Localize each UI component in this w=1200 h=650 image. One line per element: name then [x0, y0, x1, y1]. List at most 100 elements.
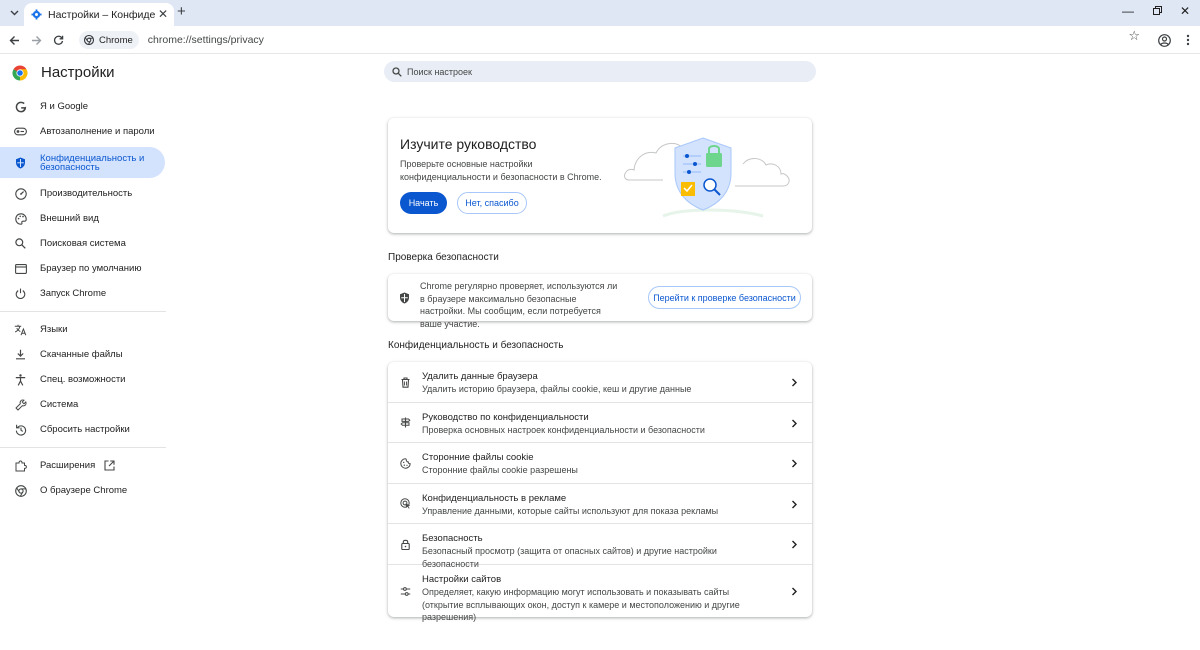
row-subtitle: Проверка основных настроек конфиденциаль… — [422, 425, 705, 435]
more-vert-icon — [1186, 34, 1190, 46]
ad-privacy-icon — [400, 498, 411, 509]
key-icon — [14, 125, 27, 138]
chevron-right-icon — [792, 378, 797, 387]
sidebar-item-performance[interactable]: Производительность — [0, 181, 170, 206]
browser-window-icon — [14, 262, 27, 275]
restore-icon — [1152, 6, 1162, 15]
sidebar-item-you-and-google[interactable]: Я и Google — [0, 94, 170, 119]
guide-title: Изучите руководство — [400, 136, 537, 152]
title-bar: Настройки – Конфиденциальность и безопас… — [0, 0, 1200, 26]
sidebar-item-autofill[interactable]: Автозаполнение и пароли — [0, 119, 170, 144]
row-title: Безопасность — [422, 533, 483, 544]
go-to-safety-check-button[interactable]: Перейти к проверке безопасности — [648, 286, 801, 309]
sidebar-item-label: Языки — [40, 324, 68, 335]
sidebar-item-on-startup[interactable]: Запуск Chrome — [0, 281, 170, 306]
site-info-chip[interactable]: Chrome — [79, 31, 139, 49]
account-icon — [1157, 33, 1171, 47]
safety-check-text: Chrome регулярно проверяет, используются… — [420, 281, 618, 329]
settings-header: Настройки — [12, 64, 115, 81]
sidebar-item-label: Конфиденциальность и безопасность — [40, 152, 145, 173]
row-privacy-guide[interactable]: Руководство по конфиденциальности Провер… — [388, 403, 812, 443]
browser-toolbar: Chrome chrome://settings/privacy ☆ — [0, 26, 1200, 54]
browser-tab-settings[interactable]: Настройки – Конфиденциальность и безопас… — [24, 3, 174, 26]
menu-button[interactable] — [1180, 32, 1196, 48]
sidebar-item-label: Запуск Chrome — [40, 288, 107, 299]
window-close-button[interactable]: ✕ — [1176, 4, 1194, 18]
row-clear-browsing-data[interactable]: Удалить данные браузера Удалить историю … — [388, 362, 812, 403]
sidebar-item-extensions[interactable]: Расширения — [0, 453, 170, 478]
row-title: Удалить данные браузера — [422, 371, 538, 382]
sidebar-item-label: Поисковая система — [40, 238, 126, 249]
sidebar-item-label: Спец. возможности — [40, 374, 126, 385]
google-g-icon — [14, 100, 27, 113]
back-button[interactable] — [5, 31, 23, 49]
sidebar-item-languages[interactable]: Языки — [0, 317, 170, 342]
privacy-settings-list: Удалить данные браузера Удалить историю … — [388, 362, 812, 622]
sidebar-item-label: Производительность — [40, 188, 133, 199]
maximize-button[interactable] — [1148, 4, 1166, 18]
chevron-right-icon — [792, 419, 797, 428]
row-ad-privacy[interactable]: Конфиденциальность в рекламе Управление … — [388, 484, 812, 524]
row-security[interactable]: Безопасность Безопасный просмотр (защита… — [388, 524, 812, 569]
address-bar[interactable]: Chrome chrome://settings/privacy — [76, 29, 1148, 51]
start-guide-button[interactable]: Начать — [400, 192, 447, 214]
shield-icon — [400, 292, 409, 304]
external-link-icon — [104, 460, 115, 471]
wrench-icon — [14, 398, 27, 411]
close-tab-icon[interactable]: ✕ — [158, 8, 168, 20]
sidebar-item-label: О браузере Chrome — [40, 485, 128, 496]
speedometer-icon — [14, 187, 27, 200]
sidebar-item-appearance[interactable]: Внешний вид — [0, 206, 170, 231]
chrome-logo-icon — [12, 65, 28, 80]
privacy-guide-card: Изучите руководство Проверьте основные н… — [388, 118, 812, 233]
sidebar: Я и Google Автозаполнение и пароли Конфи… — [0, 94, 170, 503]
settings-search[interactable] — [384, 61, 816, 82]
sidebar-item-label: Автозаполнение и пароли — [40, 126, 155, 137]
sidebar-divider — [0, 311, 166, 312]
new-tab-button[interactable]: + — [177, 4, 186, 20]
translate-icon — [14, 323, 27, 336]
trash-icon — [401, 377, 410, 388]
dismiss-guide-button[interactable]: Нет, спасибо — [457, 192, 527, 214]
signpost-icon — [400, 417, 411, 428]
sidebar-item-default-browser[interactable]: Браузер по умолчанию — [0, 256, 170, 281]
sidebar-item-about-chrome[interactable]: О браузере Chrome — [0, 478, 170, 503]
palette-icon — [14, 212, 27, 225]
search-input[interactable] — [407, 66, 787, 77]
sidebar-item-label: Я и Google — [40, 101, 89, 112]
row-site-settings[interactable]: Настройки сайтов Определяет, какую инфор… — [388, 565, 812, 622]
sidebar-item-reset[interactable]: Сбросить настройки — [0, 417, 170, 442]
sidebar-item-accessibility[interactable]: Спец. возможности — [0, 367, 170, 392]
row-title: Руководство по конфиденциальности — [422, 412, 589, 423]
row-title: Настройки сайтов — [422, 574, 502, 585]
row-subtitle: Сторонние файлы cookie разрешены — [422, 465, 578, 475]
download-icon — [14, 348, 27, 361]
minimize-button[interactable]: — — [1119, 4, 1137, 18]
bookmark-star-icon[interactable]: ☆ — [1128, 28, 1140, 44]
chrome-icon — [14, 484, 27, 497]
tab-title: Настройки – Конфиденциальность и безопас… — [48, 8, 156, 21]
safety-check-card: Chrome регулярно проверяет, используются… — [388, 274, 812, 329]
sliders-icon — [400, 587, 411, 596]
sidebar-item-label: Расширения — [40, 460, 96, 471]
sidebar-divider — [0, 447, 166, 448]
chevron-right-icon — [792, 540, 797, 549]
reset-icon — [14, 423, 27, 436]
privacy-section-heading: Конфиденциальность и безопасность — [388, 340, 564, 351]
chevron-right-icon — [792, 459, 797, 468]
profile-button[interactable] — [1156, 32, 1172, 48]
tab-search-button[interactable] — [6, 5, 22, 21]
forward-button[interactable] — [27, 31, 45, 49]
chip-label: Chrome — [99, 34, 133, 46]
sidebar-item-downloads[interactable]: Скачанные файлы — [0, 342, 170, 367]
row-title: Сторонние файлы cookie — [422, 452, 534, 463]
search-icon — [14, 237, 27, 250]
row-subtitle: Определяет, какую информацию могут испол… — [422, 587, 740, 622]
sidebar-item-search-engine[interactable]: Поисковая система — [0, 231, 170, 256]
search-icon — [392, 66, 402, 77]
sidebar-item-system[interactable]: Система — [0, 392, 170, 417]
row-third-party-cookies[interactable]: Сторонние файлы cookie Сторонние файлы c… — [388, 443, 812, 484]
row-subtitle: Удалить историю браузера, файлы cookie, … — [422, 384, 692, 394]
reload-button[interactable] — [49, 31, 67, 49]
sidebar-item-privacy[interactable]: Конфиденциальность и безопасность — [0, 147, 165, 178]
